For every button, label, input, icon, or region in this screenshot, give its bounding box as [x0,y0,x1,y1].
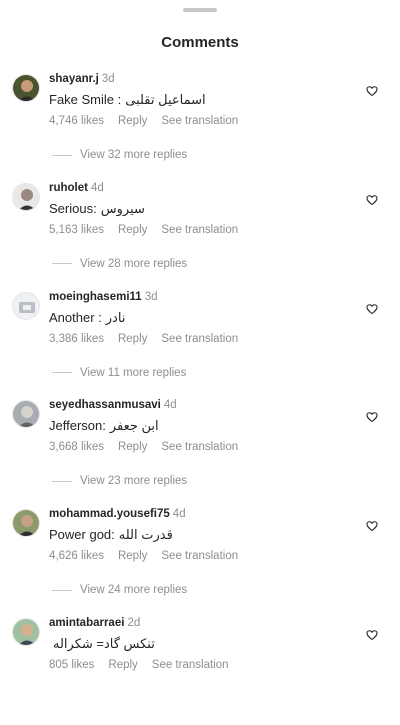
see-translation-button[interactable]: See translation [161,550,238,562]
avatar[interactable] [12,509,40,538]
comment-text: Power god: قدرت الله [49,527,173,543]
timestamp: 3d [144,290,158,303]
heart-outline-icon[interactable] [366,303,378,315]
comment-header: mohammad.yousefi75 4d [49,507,186,521]
divider [52,372,72,374]
comment-text-fa: نادر [105,309,126,325]
username-link[interactable]: moeinghasemi11 [49,291,142,303]
comment-text-en: Another : [49,309,102,325]
comment-text: Serious: سیروس [49,201,145,217]
comment-meta: 805 likes Reply See translation [49,658,243,672]
comment-header: shayanr.j 3d [49,72,115,86]
divider [52,480,72,482]
likes-count[interactable]: 4,746 likes [49,115,104,127]
view-more-replies[interactable]: View 28 more replies [52,257,187,271]
view-more-replies[interactable]: View 32 more replies [52,148,187,162]
divider [52,154,72,156]
view-more-replies[interactable]: View 24 more replies [52,583,187,597]
view-more-replies[interactable]: View 23 more replies [52,474,187,488]
comment-text-en: Power god: [49,527,115,543]
comment-item: moeinghasemi11 3d Another : نادر 3,386 lik… [0,290,400,399]
likes-count[interactable]: 805 likes [49,659,94,671]
view-more-replies-label[interactable]: View 23 more replies [80,475,187,487]
comment-item: ruholet 4d Serious: سیروس 5,163 likes Reply… [0,181,400,290]
comment-text: تنکس گاد= شکراله [49,636,155,652]
view-more-replies-label[interactable]: View 11 more replies [80,367,186,379]
divider [52,589,72,591]
likes-count[interactable]: 3,668 likes [49,441,104,453]
view-more-replies[interactable]: View 11 more replies [52,366,186,380]
comment-text-fa: قدرت الله [118,527,173,543]
heart-outline-icon[interactable] [366,411,378,423]
view-more-replies-label[interactable]: View 28 more replies [80,258,187,270]
avatar[interactable] [12,617,40,646]
comment-text: Another : نادر [49,310,125,326]
reply-button[interactable]: Reply [118,550,147,562]
comment-text-fa: اسماعیل تقلبی [125,92,206,107]
timestamp: 2d [127,616,141,629]
drag-handle[interactable] [183,8,217,12]
comment-header: moeinghasemi11 3d [49,290,157,304]
reply-button[interactable]: Reply [118,441,147,453]
view-more-replies-label[interactable]: View 32 more replies [80,149,187,161]
see-translation-button[interactable]: See translation [161,115,238,127]
view-more-replies-label[interactable]: View 24 more replies [80,584,187,596]
heart-outline-icon[interactable] [366,85,378,97]
comment-text-fa: تنکس گاد= شکراله [53,635,155,651]
comment-item: shayanr.j 3d Fake Smile : اسماعیل تقلبی 4,… [0,72,400,181]
comment-meta: 3,386 likes Reply See translation [49,332,252,346]
comment-item: seyedhassanmusavi 4d Jefferson: ابن جعفر 3… [0,398,400,507]
timestamp: 4d [90,181,104,194]
username-link[interactable]: shayanr.j [49,73,99,85]
comment-text: Fake Smile : اسماعیل تقلبی [49,92,206,108]
see-translation-button[interactable]: See translation [161,441,238,453]
heart-outline-icon[interactable] [366,520,378,532]
username-link[interactable]: mohammad.yousefi75 [49,508,170,520]
username-link[interactable]: amintabarraei [49,617,124,629]
comment-header: ruholet 4d [49,181,104,195]
username-link[interactable]: seyedhassanmusavi [49,399,161,411]
avatar[interactable] [12,291,40,320]
comment-text: Jefferson: ابن جعفر [49,418,159,434]
avatar[interactable] [12,400,40,429]
likes-count[interactable]: 5,163 likes [49,224,104,236]
see-translation-button[interactable]: See translation [161,333,238,345]
page-title: Comments [161,34,239,51]
comment-text-en: Serious: [49,200,97,216]
comment-meta: 4,626 likes Reply See translation [49,549,252,563]
comment-header: amintabarraei 2d [49,616,140,630]
avatar[interactable] [12,74,40,102]
comment-text-fa: سیروس [100,200,145,216]
timestamp: 4d [163,399,177,412]
timestamp: 3d [101,73,115,85]
comment-item: amintabarraei 2d تنکس گاد= شکراله 805 lik… [0,616,400,725]
comment-meta: 3,668 likes Reply See translation [49,440,252,454]
reply-button[interactable]: Reply [118,224,147,236]
likes-count[interactable]: 4,626 likes [49,550,104,562]
comment-meta: 4,746 likes Reply See translation [49,114,252,128]
comment-item: mohammad.yousefi75 4d Power god: قدرت الله… [0,507,400,616]
reply-button[interactable]: Reply [118,115,147,127]
comment-list: shayanr.j 3d Fake Smile : اسماعیل تقلبی 4,… [0,72,400,725]
comment-header: seyedhassanmusavi 4d [49,398,177,412]
comment-text-fa: ابن جعفر [109,418,159,434]
username-link[interactable]: ruholet [49,182,88,194]
comment-text-en: Fake Smile : [49,92,122,107]
likes-count[interactable]: 3,386 likes [49,333,104,345]
see-translation-button[interactable]: See translation [152,659,229,671]
reply-button[interactable]: Reply [118,333,147,345]
divider [52,263,72,265]
comment-meta: 5,163 likes Reply See translation [49,223,252,237]
timestamp: 4d [172,508,186,521]
reply-button[interactable]: Reply [108,659,137,671]
see-translation-button[interactable]: See translation [161,224,238,236]
heart-outline-icon[interactable] [366,629,378,641]
avatar[interactable] [12,182,40,211]
heart-outline-icon[interactable] [366,194,378,206]
comment-text-en: Jefferson: [49,418,106,434]
